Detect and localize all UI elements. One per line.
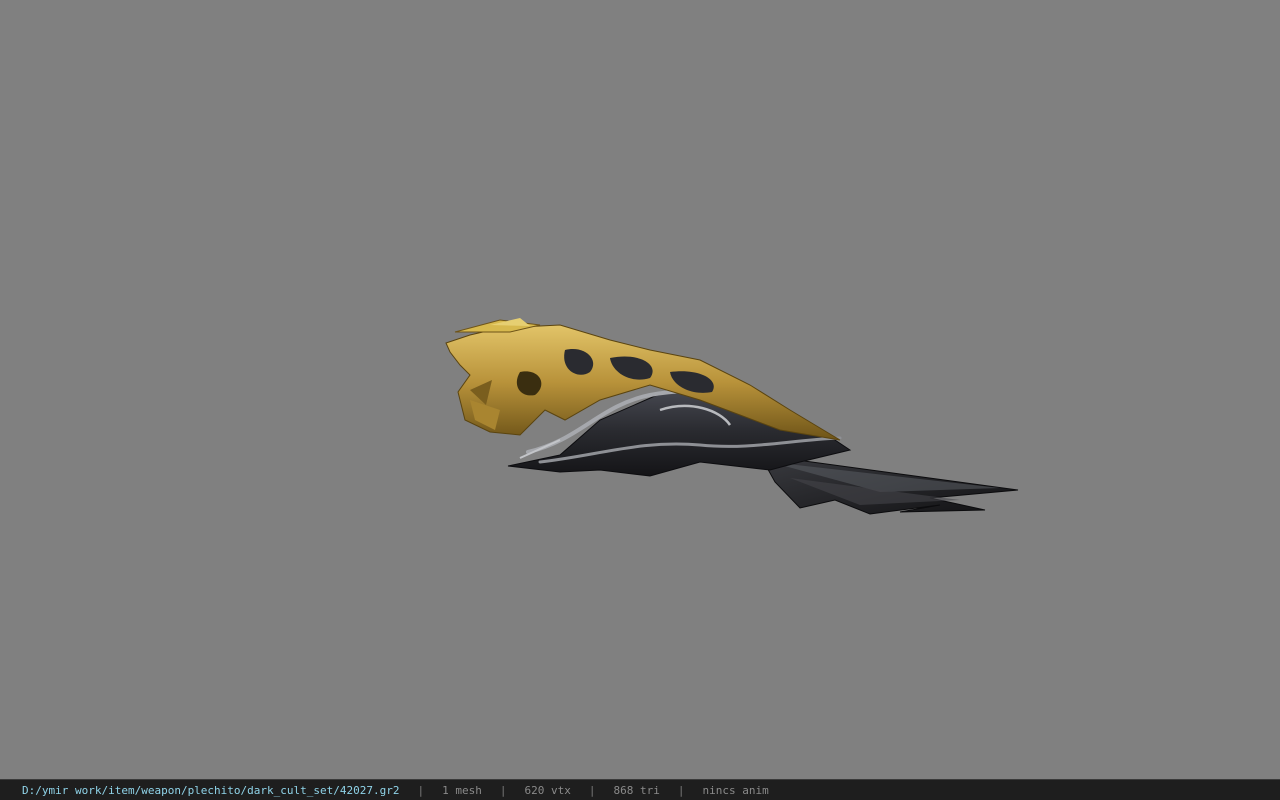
mesh-count: 1 mesh — [442, 783, 482, 797]
vertex-count: 620 vtx — [524, 783, 571, 797]
triangle-count: 868 tri — [613, 783, 660, 797]
status-separator: | — [417, 783, 425, 797]
status-separator: | — [677, 783, 685, 797]
animation-status: nincs anim — [702, 783, 769, 797]
file-path: D:/ymir work/item/weapon/plechito/dark_c… — [22, 783, 400, 797]
status-bar: D:/ymir work/item/weapon/plechito/dark_c… — [0, 779, 1280, 800]
status-separator: | — [588, 783, 596, 797]
3d-viewport[interactable] — [0, 0, 1280, 779]
weapon-model — [445, 318, 1019, 515]
status-separator: | — [499, 783, 507, 797]
blade-feathers — [759, 454, 1019, 515]
